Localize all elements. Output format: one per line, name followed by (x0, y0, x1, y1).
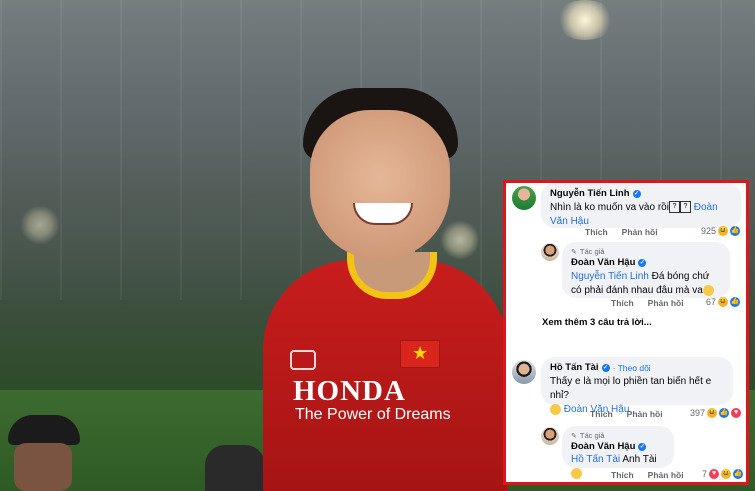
haha-reaction-icon: 😆 (721, 469, 732, 479)
background-person (0, 405, 95, 491)
reply-button[interactable]: Phản hồi (627, 409, 663, 419)
like-button[interactable]: Thích (611, 470, 634, 480)
comment-bubble: Hồ Tấn Tài ✓ · Theo dõi Thấy e là mọi lo p… (541, 357, 733, 415)
comment-bubble: ✎ Tác giả Đoàn Văn Hậu ✓ Nguyễn Tiến Linh … (562, 242, 730, 298)
smile-emoji-icon (550, 403, 561, 415)
comment-author[interactable]: Nguyễn Tiến Linh (550, 188, 630, 199)
follow-link[interactable]: Theo dõi (618, 363, 651, 373)
vietnam-flag: ★ (400, 340, 440, 368)
like-button[interactable]: Thích (590, 409, 613, 419)
like-reaction-icon: 👍 (733, 469, 744, 479)
comment-actions: Thích Phản hồi (611, 298, 684, 308)
comment-mention[interactable]: Nguyễn Tiến Linh (571, 271, 649, 282)
laugh-emoji-icon (571, 467, 582, 479)
comment-text: Nhìn là ko muốn va vào rồi?? Đoàn Văn Hậ… (550, 201, 718, 227)
like-button[interactable]: Thích (585, 227, 608, 237)
verified-icon: ✓ (638, 442, 647, 451)
reaction-summary[interactable]: 925 😆 👍 (701, 226, 741, 236)
reply-button[interactable]: Phản hồi (648, 298, 684, 308)
player: ★ HONDA The Power of Dreams (255, 70, 515, 491)
author-badge: Tác giả (579, 431, 605, 440)
reply-button[interactable]: Phản hồi (648, 470, 684, 480)
reaction-summary[interactable]: 67 😆 👍 (706, 297, 741, 307)
love-reaction-icon: ♥ (731, 408, 742, 418)
haha-reaction-icon: 😆 (718, 226, 729, 236)
comment-text: Nguyễn Tiến Linh Đá bóng chứ có phải đán… (571, 270, 721, 298)
comment-author[interactable]: Đoàn Văn Hậu (571, 441, 635, 452)
comment-actions: Thích Phản hồi (590, 409, 663, 419)
comment-bubble: ✎ Tác giả Đoàn Văn Hậu ✓ Hồ Tấn Tài Anh Tà… (562, 426, 674, 479)
comment-author[interactable]: Đoàn Văn Hậu (571, 257, 635, 268)
kit-logo (290, 350, 316, 370)
reaction-summary[interactable]: 7 ♥ 😆 👍 (702, 469, 744, 479)
like-reaction-icon: 👍 (730, 297, 741, 307)
haha-reaction-icon: 😆 (718, 297, 729, 307)
stadium-light (555, 0, 615, 40)
comment-bubble: Nguyễn Tiến Linh ✓ Nhìn là ko muốn va vào… (541, 183, 741, 228)
haha-reaction-icon: 😆 (707, 408, 718, 418)
like-reaction-icon: 👍 (730, 226, 741, 236)
comments-panel: Nguyễn Tiến Linh ✓ Nhìn là ko muốn va vào… (503, 180, 749, 485)
love-reaction-icon: ♥ (709, 469, 720, 479)
pen-icon: ✎ (571, 432, 577, 440)
verified-icon: ✓ (632, 189, 641, 198)
like-button[interactable]: Thích (611, 298, 634, 308)
reaction-summary[interactable]: 397 😆 👍 ♥ (690, 408, 742, 418)
comment-mention[interactable]: Hồ Tấn Tài (571, 454, 620, 465)
comment-actions: Thích Phản hồi (611, 470, 684, 480)
verified-icon: ✓ (638, 258, 647, 267)
unknown-glyph-icon: ? (679, 201, 691, 214)
avatar[interactable] (541, 427, 559, 445)
avatar[interactable] (512, 360, 536, 384)
comment-author[interactable]: Hồ Tấn Tài (550, 362, 599, 373)
avatar[interactable] (512, 186, 536, 210)
verified-icon: ✓ (601, 363, 610, 372)
sponsor-text: HONDA (293, 375, 406, 407)
sponsor-tagline: The Power of Dreams (295, 406, 451, 423)
more-replies-link[interactable]: Xem thêm 3 câu trả lời... (542, 317, 652, 328)
grin-emoji-icon (702, 284, 714, 296)
stadium-light (20, 205, 60, 245)
player-face (310, 110, 450, 260)
reply-button[interactable]: Phản hồi (622, 227, 658, 237)
comment-actions: Thích Phản hồi (585, 227, 658, 237)
like-reaction-icon: 👍 (719, 408, 730, 418)
unknown-glyph-icon: ? (668, 201, 680, 214)
pen-icon: ✎ (571, 248, 577, 256)
avatar[interactable] (541, 243, 559, 261)
author-badge: Tác giả (579, 247, 605, 256)
